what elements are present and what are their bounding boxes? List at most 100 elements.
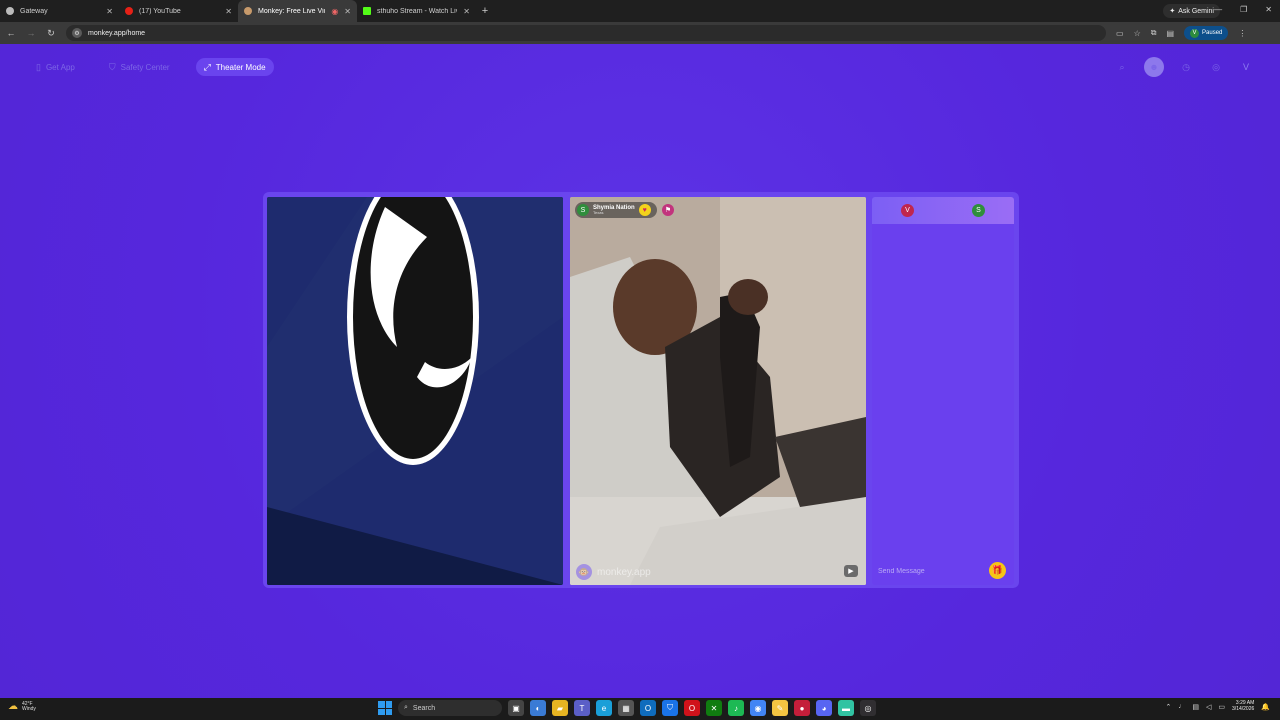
peer-camera-frame [570, 197, 866, 585]
microphone-icon[interactable]: ♩ [1178, 703, 1185, 710]
get-app-label: Get App [45, 62, 75, 72]
obs-logo-video-frame [267, 197, 563, 585]
video-chat-stage: S Shymia Nation Texas ♥ ⚑ 🐵 monkey.app ▶… [263, 192, 1019, 588]
teams-icon[interactable]: T [574, 700, 590, 716]
youtube-favicon-icon [125, 7, 133, 15]
watermark-text: monkey.app [597, 566, 651, 578]
weather-text: 42°F Windy [22, 701, 36, 712]
tab-youtube[interactable]: (17) YouTube ✕ [119, 0, 238, 22]
theater-mode-button[interactable]: ⤢ Theater Mode [195, 58, 274, 76]
profile-avatar: V [1190, 28, 1200, 38]
peer-text: Shymia Nation Texas [593, 205, 635, 215]
notes-icon[interactable]: ✎ [772, 700, 788, 716]
tab-kick[interactable]: sthuho Stream - Watch Live on ✕ [357, 0, 476, 22]
peer-info-tag[interactable]: S Shymia Nation Texas ♥ [575, 202, 657, 218]
tab-label: sthuho Stream - Watch Live on [377, 7, 457, 15]
spotify-icon[interactable]: ♪ [728, 700, 744, 716]
monkey-app: ▯ Get App ⛉ Safety Center ⤢ Theater Mode… [0, 44, 1280, 698]
search-icon[interactable]: ⌕ [1114, 59, 1130, 75]
close-icon[interactable]: ✕ [463, 7, 470, 16]
menu-dots-icon[interactable]: ⋮ [1238, 29, 1246, 38]
omnibox[interactable]: ⚙ monkey.app/home [66, 25, 1106, 41]
bookmark-star-icon[interactable]: ☆ [1134, 29, 1141, 38]
peer-video: S Shymia Nation Texas ♥ ⚑ 🐵 monkey.app ▶ [570, 197, 866, 585]
chat-panel: V S 🎁 [872, 197, 1014, 585]
windows-start-icon[interactable] [378, 701, 392, 715]
copilot-icon[interactable]: ◐ [530, 700, 546, 716]
side-panel-icon[interactable]: ▤ [1166, 29, 1174, 38]
minimize-icon[interactable]: — [1214, 5, 1222, 14]
site-info-icon[interactable]: ⚙ [72, 28, 82, 38]
url-text[interactable]: monkey.app/home [88, 30, 145, 37]
back-arrow-icon[interactable]: ← [6, 28, 16, 38]
app-header-icons: ⌕ ☻ ◷ ◎ V [1114, 57, 1254, 77]
ask-gemini-label: Ask Gemini [1178, 7, 1214, 15]
network-icon[interactable]: ▤ [1192, 703, 1199, 711]
weather-desc: Windy [22, 705, 36, 712]
recording-icon: ◉ [331, 6, 339, 16]
file-explorer-icon[interactable]: ▰ [552, 700, 568, 716]
chat-input-row: 🎁 [876, 561, 1010, 581]
forward-arrow-icon[interactable]: → [26, 28, 36, 38]
task-view-icon[interactable]: ▣ [508, 700, 524, 716]
clock-date: 3/14/2026 [1232, 705, 1255, 712]
volume-icon[interactable]: ◁ [1206, 703, 1211, 711]
cast-icon[interactable]: ▭ [1116, 29, 1124, 38]
taskbar: ☁ 42°F Windy ⌕ Search ▣ ◐ ▰ T e ▦ O ⛉ O … [0, 698, 1280, 720]
notifications-bell-icon[interactable]: 🔔 [1261, 703, 1270, 711]
gemini-spark-icon: ✦ [1169, 8, 1176, 15]
chevron-up-icon[interactable]: ⌃ [1166, 703, 1172, 711]
edge-icon[interactable]: e [596, 700, 612, 716]
clock[interactable]: 3:29 AM 3/14/2026 [1232, 700, 1255, 712]
close-icon[interactable]: ✕ [106, 7, 113, 16]
gift-icon[interactable]: 🎁 [989, 562, 1006, 579]
profile-paused-button[interactable]: V Paused [1184, 26, 1229, 40]
ask-gemini-button[interactable]: ✦ Ask Gemini [1163, 4, 1220, 18]
chrome-icon[interactable]: ◉ [750, 700, 766, 716]
send-message-input[interactable] [878, 567, 978, 575]
close-icon[interactable]: ✕ [344, 7, 351, 16]
store-icon[interactable]: ▦ [618, 700, 634, 716]
theater-mode-label: Theater Mode [215, 62, 266, 72]
tab-gateway[interactable]: Gateway ✕ [0, 0, 119, 22]
app-nav: ▯ Get App ⛉ Safety Center ⤢ Theater Mode [28, 58, 274, 76]
reload-icon[interactable]: ↻ [46, 28, 56, 39]
avatar-button[interactable]: ☻ [1144, 57, 1164, 77]
get-app-link[interactable]: ▯ Get App [28, 58, 83, 76]
discord-icon[interactable]: ◕ [816, 700, 832, 716]
camera-switch-icon[interactable]: ▶ [844, 565, 858, 577]
taskbar-apps: ⌕ Search ▣ ◐ ▰ T e ▦ O ⛉ O ✕ ♪ ◉ ✎ ● ◕ ▬… [378, 700, 876, 716]
wind-weather-icon: ☁ [8, 701, 18, 712]
monkey-logo-icon: 🐵 [576, 564, 592, 580]
peer-chat-avatar: S [972, 204, 985, 217]
extensions-icon[interactable]: ⧉ [1151, 28, 1157, 38]
report-flag-icon[interactable]: ⚑ [662, 204, 674, 216]
tab-monkey[interactable]: Monkey: Free Live Video Ch ◉ ✕ [238, 0, 357, 22]
weather-widget[interactable]: ☁ 42°F Windy [8, 701, 36, 712]
safety-center-label: Safety Center [120, 62, 170, 72]
profile-initial[interactable]: V [1238, 59, 1254, 75]
streamlabs-icon[interactable]: ▬ [838, 700, 854, 716]
peer-avatar: S [577, 204, 589, 216]
close-icon[interactable]: ✕ [225, 7, 232, 16]
add-friend-heart-icon[interactable]: ♥ [638, 204, 651, 216]
monkey-watermark: 🐵 monkey.app [576, 564, 651, 580]
opera-icon[interactable]: O [684, 700, 700, 716]
outlook-icon[interactable]: O [640, 700, 656, 716]
history-icon[interactable]: ◷ [1178, 59, 1194, 75]
paused-label: Paused [1202, 30, 1223, 36]
system-tray: ⌃ ♩ ▤ ◁ ▭ 3:29 AM 3/14/2026 🔔 [1166, 700, 1270, 712]
xbox-icon[interactable]: ✕ [706, 700, 722, 716]
obs-record-icon[interactable]: ● [794, 700, 810, 716]
chat-bubble-icon[interactable]: ◎ [1208, 59, 1224, 75]
close-window-icon[interactable]: ✕ [1265, 5, 1272, 14]
defender-icon[interactable]: ⛉ [662, 700, 678, 716]
new-tab-button[interactable]: + [476, 5, 494, 17]
self-chat-avatar: V [901, 204, 914, 217]
chat-participants: V S [872, 197, 1014, 224]
safety-center-link[interactable]: ⛉ Safety Center [101, 58, 178, 76]
restore-icon[interactable]: ❐ [1240, 5, 1247, 14]
taskbar-search[interactable]: ⌕ Search [398, 700, 502, 716]
battery-icon[interactable]: ▭ [1218, 703, 1225, 711]
obs-icon[interactable]: ◎ [860, 700, 876, 716]
